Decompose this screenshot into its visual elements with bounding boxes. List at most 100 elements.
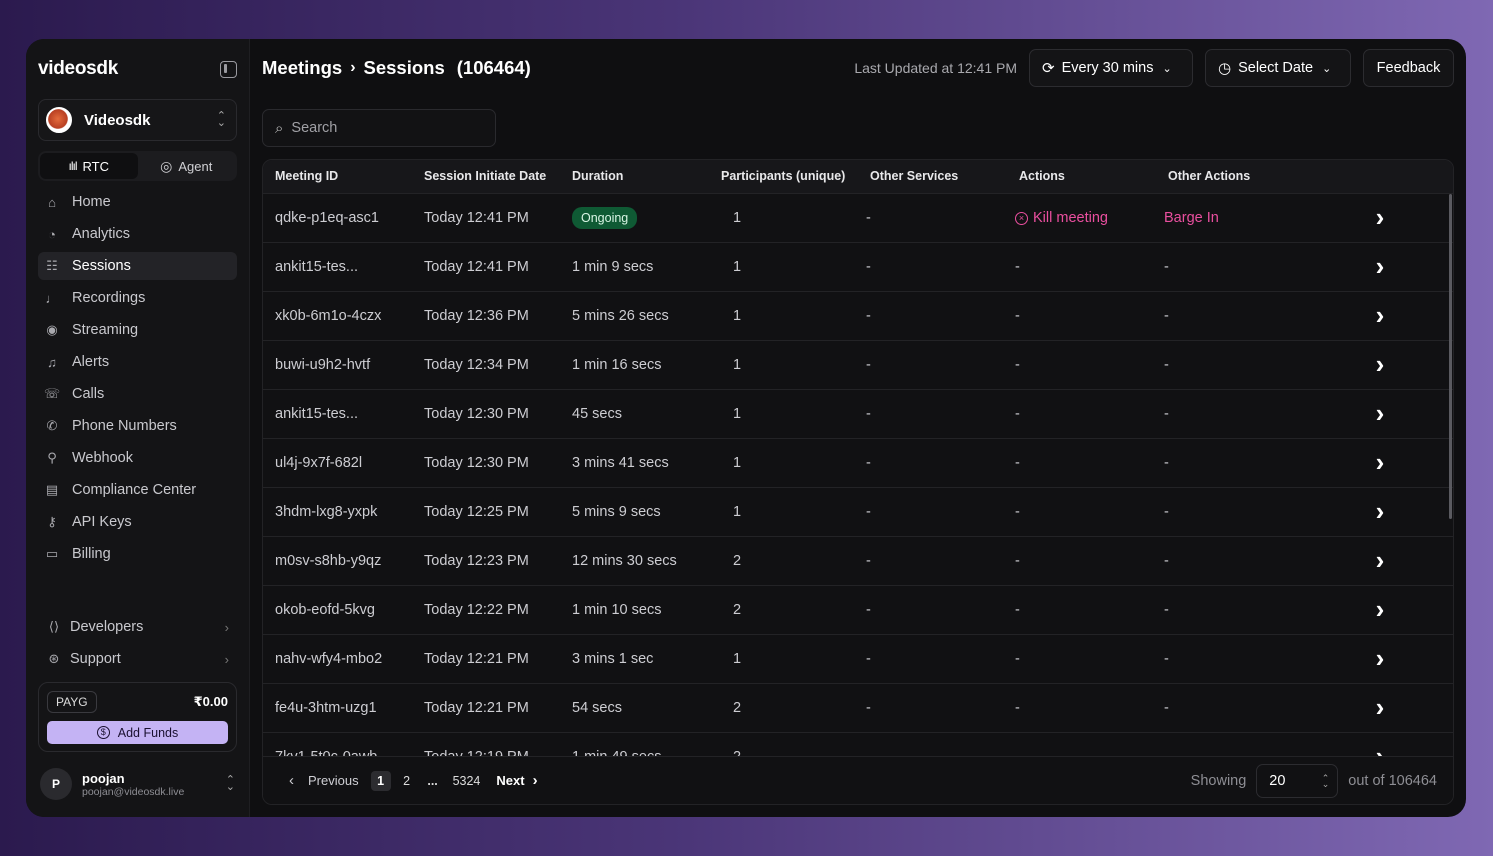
org-selector[interactable]: Videosdk ⌃ ⌄ [38, 99, 237, 141]
select-date-button[interactable]: ◷ Select Date ⌄ [1205, 49, 1351, 87]
cell-meeting-id[interactable]: nahv-wfy4-mbo2 [263, 634, 412, 683]
chevron-right-icon[interactable]: › [1376, 594, 1385, 624]
sidebar-item-label: Support [70, 651, 121, 667]
page-size-select[interactable]: 20 ⌃ ⌄ [1256, 763, 1339, 798]
chevron-right-icon[interactable]: › [1376, 251, 1385, 281]
table-row[interactable]: qdke-p1eq-asc1 Today 12:41 PM Ongoing 1 - × Ki… [263, 193, 1453, 242]
row-open-cell[interactable]: › [1305, 536, 1453, 585]
feedback-button[interactable]: Feedback [1363, 49, 1454, 87]
table-row[interactable]: ankit15-tes... Today 12:30 PM 45 secs 1 - - - › [263, 389, 1453, 438]
chevron-right-icon[interactable]: › [1376, 496, 1385, 526]
sidebar-item-developers[interactable]: ⟨⟩ Developers › [38, 613, 237, 641]
add-funds-button[interactable]: $ Add Funds [47, 721, 228, 744]
cell-meeting-id[interactable]: okob-eofd-5kvg [263, 585, 412, 634]
page-size-controls: Showing 20 ⌃ ⌄ out of 106464 [1191, 763, 1437, 798]
sidebar-item-label: Home [72, 194, 111, 210]
cell-actions: - [1015, 503, 1020, 520]
sidebar-item-alerts[interactable]: ♫ Alerts [38, 348, 237, 376]
cell-meeting-id[interactable]: m0sv-s8hb-y9qz [263, 536, 412, 585]
cell-meeting-id[interactable]: ul4j-9x7f-682l [263, 438, 412, 487]
refresh-interval-select[interactable]: ⟳ Every 30 mins ⌄ [1029, 49, 1193, 87]
chevron-right-icon[interactable]: › [1376, 300, 1385, 330]
cell-actions: - [1015, 699, 1020, 716]
sidebar-item-calls[interactable]: ☏ Calls [38, 380, 237, 408]
cell-meeting-id[interactable]: ankit15-tes... [263, 389, 412, 438]
cell-participants: 1 [733, 258, 742, 275]
cell-actions: - [1015, 258, 1020, 275]
search-input[interactable] [291, 120, 472, 136]
sidebar-item-home[interactable]: ⌂ Home [38, 188, 237, 216]
next-label: Next [496, 773, 525, 788]
row-open-cell[interactable]: › [1305, 634, 1453, 683]
table-row[interactable]: ankit15-tes... Today 12:41 PM 1 min 9 secs… [263, 242, 1453, 291]
cell-duration: 45 secs [572, 405, 622, 422]
cell-participants: 1 [733, 209, 742, 226]
sidebar-item-api-keys[interactable]: ⚷ API Keys [38, 508, 237, 536]
table-scrollbar[interactable] [1449, 194, 1452, 519]
row-open-cell[interactable]: › [1305, 389, 1453, 438]
chevron-right-icon[interactable]: › [1376, 447, 1385, 477]
table-row[interactable]: fe4u-3htm-uzg1 Today 12:21 PM 54 secs 2 - - - › [263, 683, 1453, 732]
cell-other-services: - [866, 405, 871, 422]
cell-session-date: Today 12:25 PM [424, 503, 529, 520]
sidebar-item-support[interactable]: ⊛ Support › [38, 645, 237, 673]
table-row[interactable]: m0sv-s8hb-y9qz Today 12:23 PM 12 mins 30 s… [263, 536, 1453, 585]
previous-button[interactable]: ‹ Previous [289, 772, 359, 789]
table-row[interactable]: nahv-wfy4-mbo2 Today 12:21 PM 3 mins 1 sec… [263, 634, 1453, 683]
table-row[interactable]: okob-eofd-5kvg Today 12:22 PM 1 min 10 sec… [263, 585, 1453, 634]
page-1[interactable]: 1 [370, 770, 391, 791]
sidebar-item-webhook[interactable]: ⚲ Webhook [38, 444, 237, 472]
table-row[interactable]: ul4j-9x7f-682l Today 12:30 PM 3 mins 41 se… [263, 438, 1453, 487]
row-open-cell[interactable]: › [1305, 438, 1453, 487]
row-open-cell[interactable]: › [1305, 242, 1453, 291]
tab-agent[interactable]: ◎ Agent [138, 153, 236, 179]
chevron-right-icon[interactable]: › [1376, 398, 1385, 428]
row-open-cell[interactable]: › [1305, 340, 1453, 389]
sidebar-item-streaming[interactable]: ◉ Streaming [38, 316, 237, 344]
row-open-cell[interactable]: › [1305, 585, 1453, 634]
user-menu[interactable]: P poojan poojan@videosdk.live ⌃ ⌄ [40, 768, 237, 800]
cell-meeting-id[interactable]: buwi-u9h2-hvtf [263, 340, 412, 389]
chevron-right-icon[interactable]: › [1376, 545, 1385, 575]
row-open-cell[interactable]: › [1305, 193, 1453, 242]
chevron-right-icon[interactable]: › [1376, 349, 1385, 379]
table-row[interactable]: xk0b-6m1o-4czx Today 12:36 PM 5 mins 26 se… [263, 291, 1453, 340]
cell-session-date: Today 12:30 PM [424, 405, 529, 422]
sidebar-item-billing[interactable]: ▭ Billing [38, 540, 237, 568]
page-last[interactable]: 5324 [453, 771, 481, 791]
sidebar-item-label: Developers [70, 619, 144, 635]
row-open-cell[interactable]: › [1305, 291, 1453, 340]
tab-rtc[interactable]: ılıl RTC [40, 153, 138, 179]
cell-duration: 5 mins 9 secs [572, 503, 661, 520]
table-row[interactable]: buwi-u9h2-hvtf Today 12:34 PM 1 min 16 sec… [263, 340, 1453, 389]
select-date-label: Select Date [1238, 60, 1314, 76]
code-icon: ⟨⟩ [48, 619, 60, 634]
breadcrumb-meetings[interactable]: Meetings [262, 57, 342, 79]
cell-other-services: - [866, 209, 871, 226]
cell-meeting-id[interactable]: ankit15-tes... [263, 242, 412, 291]
sidebar-item-phone-numbers[interactable]: ✆ Phone Numbers [38, 412, 237, 440]
chevron-right-icon[interactable]: › [1376, 692, 1385, 722]
chevron-right-icon[interactable]: › [1376, 202, 1385, 232]
sidebar-item-compliance-center[interactable]: ▤ Compliance Center [38, 476, 237, 504]
cell-participants: 1 [733, 454, 742, 471]
row-open-cell[interactable]: › [1305, 683, 1453, 732]
sidebar-item-analytics[interactable]: ◔ Analytics [38, 220, 237, 248]
cell-meeting-id[interactable]: 3hdm-lxg8-yxpk [263, 487, 412, 536]
page-2[interactable]: 2 [397, 771, 417, 791]
chevron-right-icon[interactable]: › [1376, 643, 1385, 673]
chevron-updown-icon: ⌃ ⌄ [225, 774, 235, 793]
barge-in-button[interactable]: Barge In [1164, 210, 1219, 226]
cell-meeting-id[interactable]: qdke-p1eq-asc1 [263, 193, 412, 242]
next-button[interactable]: Next › [496, 772, 537, 789]
row-open-cell[interactable]: › [1305, 487, 1453, 536]
cell-meeting-id[interactable]: xk0b-6m1o-4czx [263, 291, 412, 340]
sidebar-item-sessions[interactable]: ☷ Sessions [38, 252, 237, 280]
cell-meeting-id[interactable]: fe4u-3htm-uzg1 [263, 683, 412, 732]
cell-participants: 2 [733, 552, 742, 569]
sidebar-item-recordings[interactable]: ♩ Recordings [38, 284, 237, 312]
table-row[interactable]: 3hdm-lxg8-yxpk Today 12:25 PM 5 mins 9 sec… [263, 487, 1453, 536]
sidebar-collapse-icon[interactable] [220, 60, 237, 78]
kill-meeting-button[interactable]: × Kill meeting [1015, 210, 1108, 226]
agent-icon: ◎ [160, 157, 173, 174]
